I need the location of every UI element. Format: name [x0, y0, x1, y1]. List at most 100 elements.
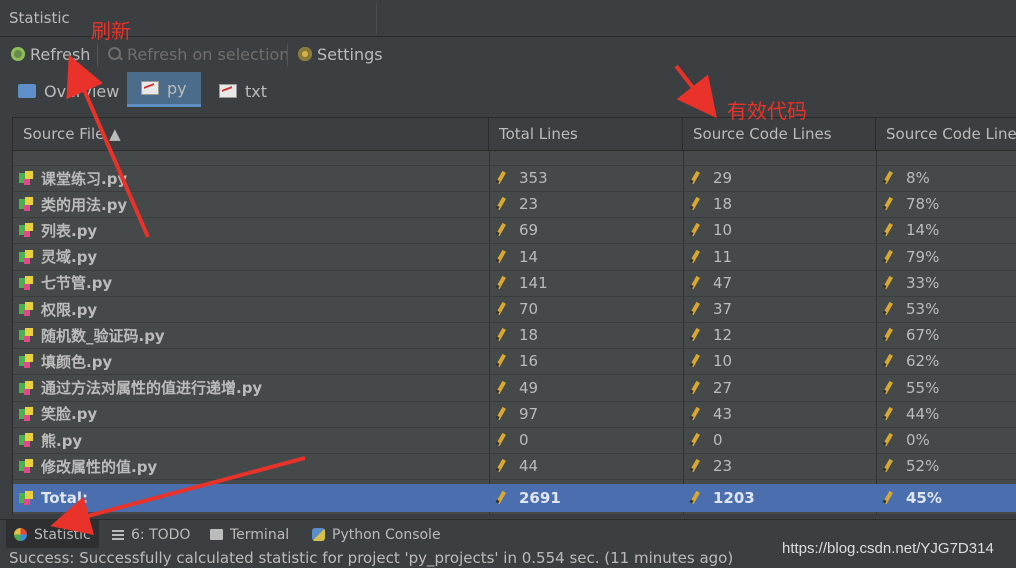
tab-txt[interactable]: txt — [205, 72, 281, 110]
total-lines-value: 97 — [519, 404, 539, 423]
statistic-icon — [14, 528, 27, 541]
settings-button[interactable]: Settings — [298, 42, 383, 66]
table-row[interactable]: 笑脸.py 97 43 44% — [13, 401, 1016, 428]
source-percent-cell: 79% — [882, 244, 1012, 270]
source-lines-cell: 29 — [689, 165, 869, 191]
pencil-icon — [882, 328, 894, 342]
python-file-icon — [19, 433, 33, 447]
total-percent-cell: 45% — [882, 484, 1012, 512]
column-header-source-file[interactable]: Source File ▲ — [13, 118, 489, 151]
total-lines-cell: 0 — [495, 427, 675, 453]
table-row[interactable]: 列表.py 69 10 14% — [13, 217, 1016, 245]
gear-icon — [298, 47, 312, 61]
file-name: 通过方法对属性的值进行递增.py — [41, 379, 263, 398]
source-percent-cell: 14% — [882, 217, 1012, 243]
pencil-icon — [495, 276, 507, 290]
tool-window-header: Statistic — [0, 0, 1016, 37]
pencil-icon — [495, 328, 507, 342]
tab-overview[interactable]: Overview — [4, 72, 133, 110]
source-percent-cell: 0% — [882, 427, 1012, 453]
table-row[interactable]: 类的用法.py 23 18 78% — [13, 191, 1016, 219]
python-console-tool-button[interactable]: Python Console — [304, 520, 449, 549]
python-file-icon — [19, 223, 33, 237]
total-lines-cell: 97 — [495, 401, 675, 427]
source-lines-cell: 12 — [689, 322, 869, 348]
tab-label: py — [167, 78, 187, 98]
pencil-icon — [689, 276, 701, 290]
total-row[interactable]: Total: 2691 1203 45% — [13, 484, 1016, 512]
table-row[interactable]: 熊.py 0 0 0% — [13, 427, 1016, 454]
total-lines-cell: 49 — [495, 375, 675, 401]
pencil-icon — [882, 433, 894, 447]
table-row[interactable]: 七节管.py 141 47 33% — [13, 270, 1016, 297]
pencil-icon — [689, 250, 701, 264]
file-name: 笑脸.py — [41, 405, 98, 424]
pencil-icon — [882, 459, 894, 473]
refresh-on-selection-button[interactable]: Refresh on selection — [108, 42, 289, 66]
pencil-icon — [495, 433, 507, 447]
source-percent-value: 8% — [906, 169, 930, 187]
source-percent-value: 14% — [906, 221, 940, 240]
source-percent-cell: 33% — [882, 270, 1012, 296]
tab-py[interactable]: py — [127, 72, 201, 107]
table-row[interactable]: 课堂练习.py 353 29 8% — [13, 165, 1016, 192]
total-file-cell: Total: — [19, 484, 479, 512]
overview-icon — [18, 84, 36, 98]
pencil-icon — [689, 381, 701, 395]
refresh-button[interactable]: Refresh — [11, 42, 90, 66]
total-lines-cell: 44 — [495, 453, 675, 479]
todo-tool-button[interactable]: 6: TODO — [104, 520, 198, 549]
source-lines-value: 10 — [713, 352, 733, 371]
source-lines-cell: 43 — [689, 401, 869, 427]
statistic-tool-button[interactable]: Statistic — [6, 520, 99, 549]
source-lines-value: 0 — [713, 431, 723, 449]
table-row[interactable]: 修改属性的值.py 44 23 52% — [13, 453, 1016, 481]
pencil-icon — [495, 407, 507, 421]
tool-label: Terminal — [230, 526, 290, 543]
refresh-annotation: 刷新 — [91, 19, 131, 43]
pencil-icon — [495, 250, 507, 264]
refresh-icon — [11, 47, 25, 61]
table-row[interactable]: 随机数_验证码.py 18 12 67% — [13, 322, 1016, 350]
python-file-icon — [19, 249, 33, 264]
file-name: 随机数_验证码.py — [41, 326, 165, 345]
source-percent-value: 52% — [906, 457, 940, 476]
python-file-icon — [19, 406, 33, 421]
pencil-icon — [495, 223, 507, 237]
total-lines-cell: 16 — [495, 348, 675, 374]
pencil-icon — [882, 407, 894, 421]
total-lines-value: 141 — [519, 273, 548, 292]
file-name: 列表.py — [41, 221, 98, 240]
source-lines-value: 18 — [713, 195, 733, 214]
pencil-icon — [882, 354, 894, 368]
pencil-icon — [882, 171, 894, 185]
column-header-source-code-lines-percent[interactable]: Source Code Lines — [876, 118, 1016, 151]
total-lines-value: 16 — [519, 352, 539, 371]
search-icon — [108, 47, 122, 61]
table-row[interactable]: 通过方法对属性的值进行递增.py 49 27 55% — [13, 375, 1016, 402]
terminal-tool-button[interactable]: Terminal — [202, 520, 297, 549]
terminal-icon — [210, 529, 223, 540]
code-annotation: 有效代码 — [727, 99, 807, 123]
file-cell: 笑脸.py — [19, 401, 479, 427]
tool-label: Statistic — [34, 526, 91, 543]
source-percent-cell: 44% — [882, 401, 1012, 427]
tab-label: Overview — [44, 81, 120, 101]
source-lines-cell: 47 — [689, 270, 869, 296]
source-lines-cell: 23 — [689, 453, 869, 479]
tab-label: txt — [245, 81, 268, 101]
python-file-icon — [19, 171, 33, 185]
table-row[interactable]: 填颜色.py 16 10 62% — [13, 348, 1016, 376]
pencil-icon — [495, 197, 507, 211]
table-row[interactable]: 权限.py 70 37 53% — [13, 296, 1016, 323]
python-file-icon — [19, 302, 33, 316]
pencil-icon — [689, 171, 701, 185]
source-percent-value: 44% — [906, 404, 940, 423]
pencil-icon — [495, 491, 507, 505]
table-row[interactable]: 灵域.py 14 11 79% — [13, 244, 1016, 271]
source-lines-value: 47 — [713, 273, 733, 292]
file-name: 修改属性的值.py — [41, 457, 158, 476]
source-lines-cell: 10 — [689, 217, 869, 243]
file-name: 类的用法.py — [41, 195, 128, 214]
column-header-total-lines[interactable]: Total Lines — [489, 118, 683, 151]
